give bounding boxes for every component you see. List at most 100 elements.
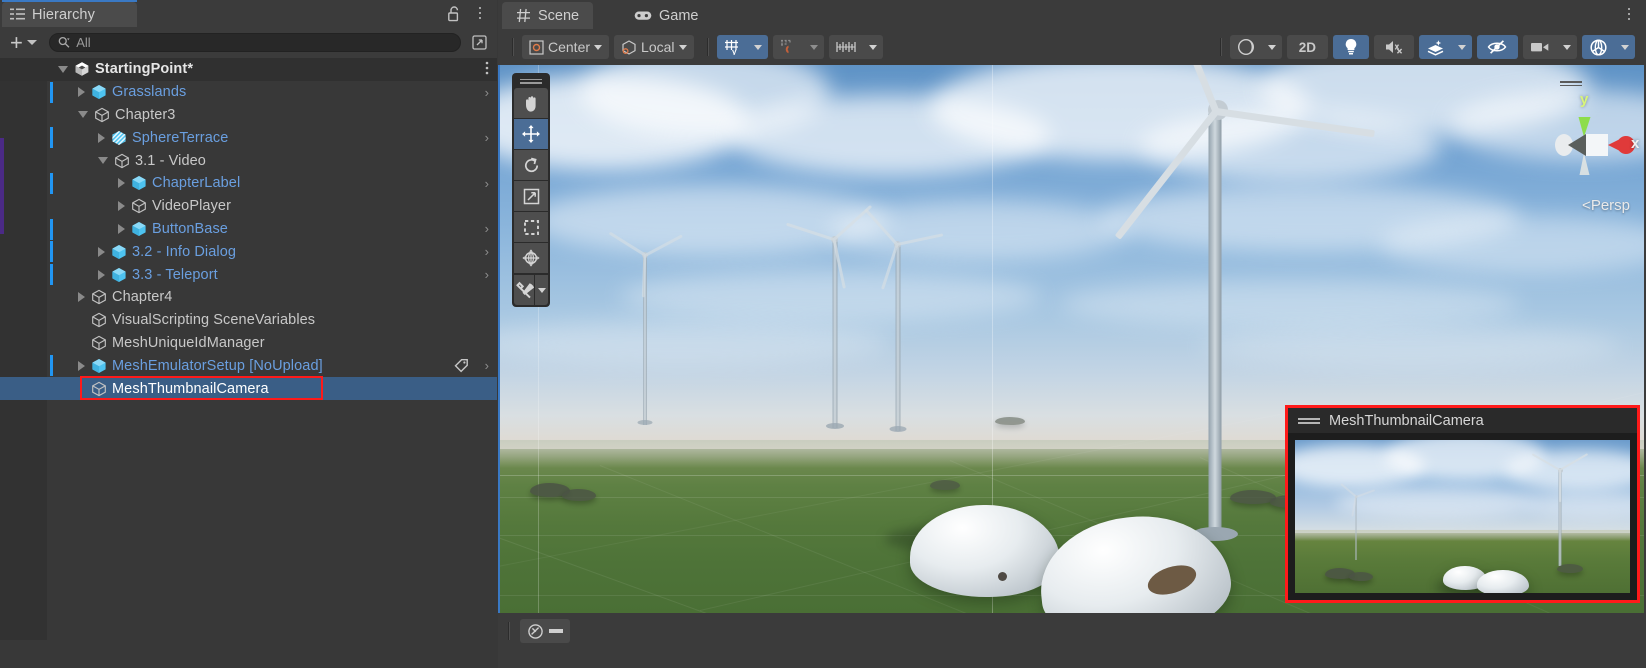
dome-port [998,572,1007,581]
scene-audio-toggle[interactable] [1374,35,1414,59]
rect-tool[interactable] [514,212,548,242]
foldout-closed-icon[interactable] [78,360,85,371]
foldout-closed-icon[interactable] [98,132,105,143]
hierarchy-row-startingpoint[interactable]: StartingPoint* [0,58,497,81]
hierarchy-sort-icon[interactable] [469,32,491,54]
grid-y-icon: y [724,40,738,55]
add-gameobject-button[interactable]: + [6,31,41,54]
grid-axis-dropdown[interactable] [747,35,768,59]
hierarchy-row-meshthumbnailcamera[interactable]: MeshThumbnailCamera [0,376,497,401]
prefab-open-chevron-icon[interactable]: › [485,358,489,373]
hierarchy-row-chapter4[interactable]: Chapter4 [0,286,497,309]
lightbulb-icon [1345,38,1357,55]
hierarchy-row-3-1-video[interactable]: 3.1 - Video [0,149,497,172]
foldout-closed-icon[interactable] [118,201,125,212]
hierarchy-search-box[interactable] [48,33,461,52]
hierarchy-options-menu[interactable] [473,5,487,21]
snap-increment-button[interactable] [772,35,804,59]
rotate-tool[interactable] [514,150,548,180]
prefab-tag-icon[interactable] [454,358,469,378]
camera-preview-render [1295,440,1630,593]
hierarchy-tree[interactable]: StartingPoint* Grasslands › Chapter3 Sphe… [0,58,497,668]
prefab-open-chevron-icon[interactable]: › [485,267,489,282]
grid-axis-button[interactable]: y [716,35,748,59]
foldout-spacer [78,315,85,325]
fx-dropdown[interactable] [1452,35,1472,59]
hierarchy-row-sphereterrace[interactable]: SphereTerrace › [0,126,497,149]
prefab-indicator [50,241,53,263]
prefab-open-chevron-icon[interactable]: › [485,221,489,236]
hierarchy-row-meshuniqueidmanager[interactable]: MeshUniqueIdManager [0,332,497,355]
scene-visibility-toggle[interactable] [1477,35,1518,59]
scale-tool[interactable] [514,181,548,211]
drag-handle-icon[interactable] [1560,81,1582,87]
prefab-open-chevron-icon[interactable]: › [485,244,489,259]
prefab-open-chevron-icon[interactable]: › [485,130,489,145]
tab-game[interactable]: Game [620,2,713,29]
scene-tool-palette[interactable] [512,73,550,307]
scene-toolbar: Center Local y 2D [498,29,1646,65]
foldout-open-icon[interactable] [98,157,108,165]
gizmos-button[interactable] [1582,35,1615,59]
drag-handle-icon[interactable] [1298,417,1320,424]
foldout-closed-icon[interactable] [98,246,105,257]
lock-open-icon[interactable] [448,6,461,27]
camera-settings-dropdown[interactable] [1557,35,1577,59]
foldout-closed-icon[interactable] [118,223,125,234]
hierarchy-row-3-2-info-dialog[interactable]: 3.2 - Info Dialog › [0,240,497,263]
grid-size-button[interactable] [828,35,863,59]
custom-tools[interactable] [514,275,534,305]
row-options-icon[interactable] [485,61,489,78]
move-tool[interactable] [514,119,548,149]
transform-icon [522,249,540,267]
scene-view-gizmo[interactable]: y x [1530,77,1640,197]
custom-tools-dropdown[interactable] [535,275,548,305]
foldout-closed-icon[interactable] [78,87,85,98]
hierarchy-row-label: MeshEmulatorSetup [NoUpload] [112,357,323,374]
snap-increment-dropdown[interactable] [803,35,824,59]
prefab-indicator [50,127,53,149]
pivot-mode-dropdown[interactable]: Center [522,35,610,59]
hierarchy-row-videoplayer[interactable]: VideoPlayer [0,195,497,218]
transform-tool[interactable] [514,243,548,273]
hand-tool[interactable] [514,88,548,118]
drag-handle-icon[interactable] [514,75,548,87]
hierarchy-row-label: ChapterLabel [152,175,241,192]
camera-settings-button[interactable] [1523,35,1557,59]
camera-preview-window[interactable]: MeshThumbnailCamera [1285,405,1640,603]
gizmo-projection-label[interactable]: <Persp [1582,197,1630,214]
hierarchy-row-meshemulatorsetup-noupload[interactable]: MeshEmulatorSetup [NoUpload] › [0,354,497,377]
scene-overlay-menu-button[interactable] [520,619,570,643]
gameobject-icon [132,198,146,214]
hierarchy-row-chapterlabel[interactable]: ChapterLabel › [0,172,497,195]
hierarchy-search-input[interactable] [76,35,452,50]
hierarchy-row-chapter3[interactable]: Chapter3 [0,104,497,127]
foldout-open-icon[interactable] [58,65,68,73]
hierarchy-row-visualscripting-scenevariables[interactable]: VisualScripting SceneVariables [0,309,497,332]
scale-icon [523,188,539,204]
foldout-closed-icon[interactable] [98,269,105,280]
hierarchy-row-buttonbase[interactable]: ButtonBase › [0,218,497,241]
prefab-open-chevron-icon[interactable]: › [485,85,489,100]
wind-turbine [785,204,873,432]
draw-mode-button[interactable] [1229,35,1262,59]
tab-hierarchy[interactable]: Hierarchy [2,2,137,27]
tab-scene[interactable]: Scene [502,2,594,29]
2d-toggle[interactable]: 2D [1286,35,1328,59]
scene-options-menu[interactable] [1622,6,1636,22]
foldout-closed-icon[interactable] [78,292,85,303]
grid-size-dropdown[interactable] [862,35,883,59]
gizmos-dropdown[interactable] [1615,35,1635,59]
foldout-closed-icon[interactable] [118,178,125,189]
fx-button[interactable] [1419,35,1452,59]
handle-space-dropdown[interactable]: Local [614,35,694,59]
prefab-open-chevron-icon[interactable]: › [485,176,489,191]
scene-bottom-tools[interactable] [504,619,570,643]
hierarchy-row-grasslands[interactable]: Grasslands › [0,81,497,104]
scene-viewport[interactable]: y x <Persp MeshThumbnailCamera [500,65,1644,613]
wind-turbine [864,208,944,433]
hierarchy-row-3-3-teleport[interactable]: 3.3 - Teleport › [0,263,497,286]
foldout-open-icon[interactable] [78,111,88,119]
scene-lighting-toggle[interactable] [1333,35,1369,59]
draw-mode-dropdown[interactable] [1261,35,1282,59]
